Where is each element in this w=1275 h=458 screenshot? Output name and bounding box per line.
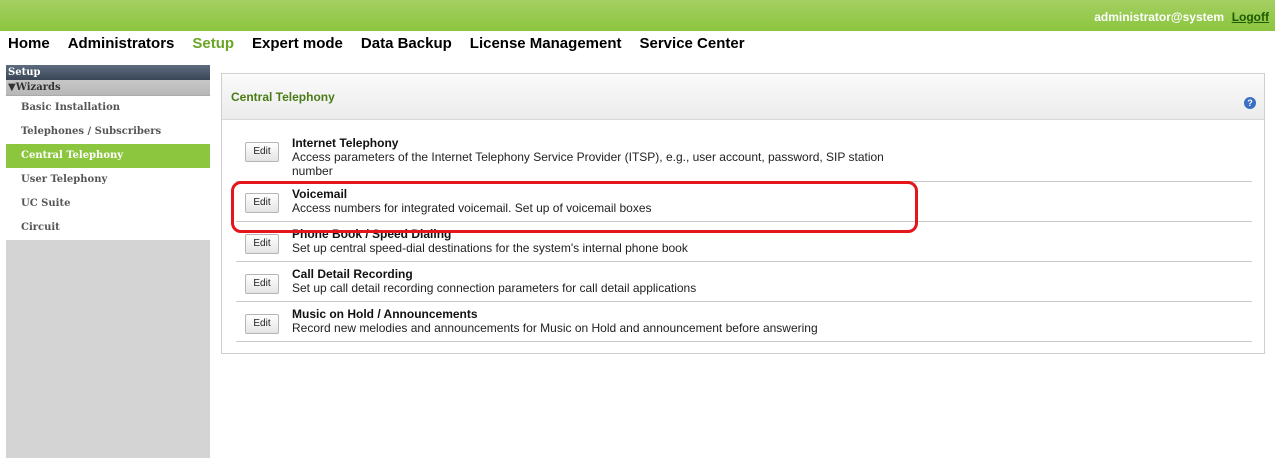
panel-header: Central Telephony ? [222, 74, 1264, 120]
edit-internet-telephony-button[interactable]: Edit [245, 142, 279, 162]
wizard-title: Phone Book / Speed Dialing [292, 227, 452, 241]
sidebar-item-central-telephony[interactable]: Central Telephony [6, 144, 210, 168]
edit-music-on-hold-button[interactable]: Edit [245, 314, 279, 334]
sidebar: Setup ▼Wizards Basic Installation Teleph… [6, 65, 210, 458]
sidebar-group-label: Wizards [15, 82, 61, 93]
wizard-list: Edit Internet Telephony Access parameter… [236, 134, 1252, 342]
nav-service-center[interactable]: Service Center [640, 35, 745, 57]
wizard-description: Set up central speed-dial destinations f… [292, 241, 688, 255]
wizard-row-phone-book: Edit Phone Book / Speed Dialing Set up c… [236, 222, 1252, 262]
main-nav: Home Administrators Setup Expert mode Da… [0, 35, 755, 57]
nav-home[interactable]: Home [8, 35, 50, 57]
sidebar-group-wizards[interactable]: ▼Wizards [6, 80, 210, 96]
wizard-row-voicemail: Edit Voicemail Access numbers for integr… [236, 182, 1252, 222]
help-icon[interactable]: ? [1244, 97, 1256, 109]
sidebar-item-circuit[interactable]: Circuit [6, 216, 210, 240]
wizard-title: Music on Hold / Announcements [292, 307, 478, 321]
wizard-description: Record new melodies and announcements fo… [292, 321, 818, 335]
nav-setup[interactable]: Setup [192, 35, 234, 57]
wizard-title: Call Detail Recording [292, 267, 413, 281]
wizard-title: Internet Telephony [292, 136, 399, 150]
sidebar-list: Basic Installation Telephones / Subscrib… [6, 96, 210, 240]
sidebar-title: Setup [6, 65, 210, 80]
edit-call-detail-recording-button[interactable]: Edit [245, 274, 279, 294]
nav-data-backup[interactable]: Data Backup [361, 35, 452, 57]
nav-expert-mode[interactable]: Expert mode [252, 35, 343, 57]
current-user: administrator@system [1094, 10, 1224, 24]
panel-title: Central Telephony [231, 90, 335, 104]
top-bar: administrator@system Logoff [0, 0, 1275, 31]
wizard-row-internet-telephony: Edit Internet Telephony Access parameter… [236, 134, 1252, 182]
edit-phone-book-button[interactable]: Edit [245, 234, 279, 254]
sidebar-item-basic-installation[interactable]: Basic Installation [6, 96, 210, 120]
nav-administrators[interactable]: Administrators [68, 35, 175, 57]
wizard-row-music-on-hold: Edit Music on Hold / Announcements Recor… [236, 302, 1252, 342]
wizard-description: Set up call detail recording connection … [292, 281, 697, 295]
sidebar-item-uc-suite[interactable]: UC Suite [6, 192, 210, 216]
central-telephony-panel: Central Telephony ? Edit Internet Teleph… [221, 73, 1265, 354]
logoff-link[interactable]: Logoff [1232, 10, 1269, 24]
sidebar-item-user-telephony[interactable]: User Telephony [6, 168, 210, 192]
wizard-title: Voicemail [292, 187, 348, 201]
edit-voicemail-button[interactable]: Edit [245, 193, 279, 213]
wizard-row-call-detail-recording: Edit Call Detail Recording Set up call d… [236, 262, 1252, 302]
nav-license-management[interactable]: License Management [470, 35, 622, 57]
wizard-description: Access parameters of the Internet Teleph… [292, 150, 884, 178]
sidebar-item-telephones-subscribers[interactable]: Telephones / Subscribers [6, 120, 210, 144]
wizard-description: Access numbers for integrated voicemail.… [292, 201, 652, 215]
triangle-down-icon: ▼ [8, 82, 16, 93]
